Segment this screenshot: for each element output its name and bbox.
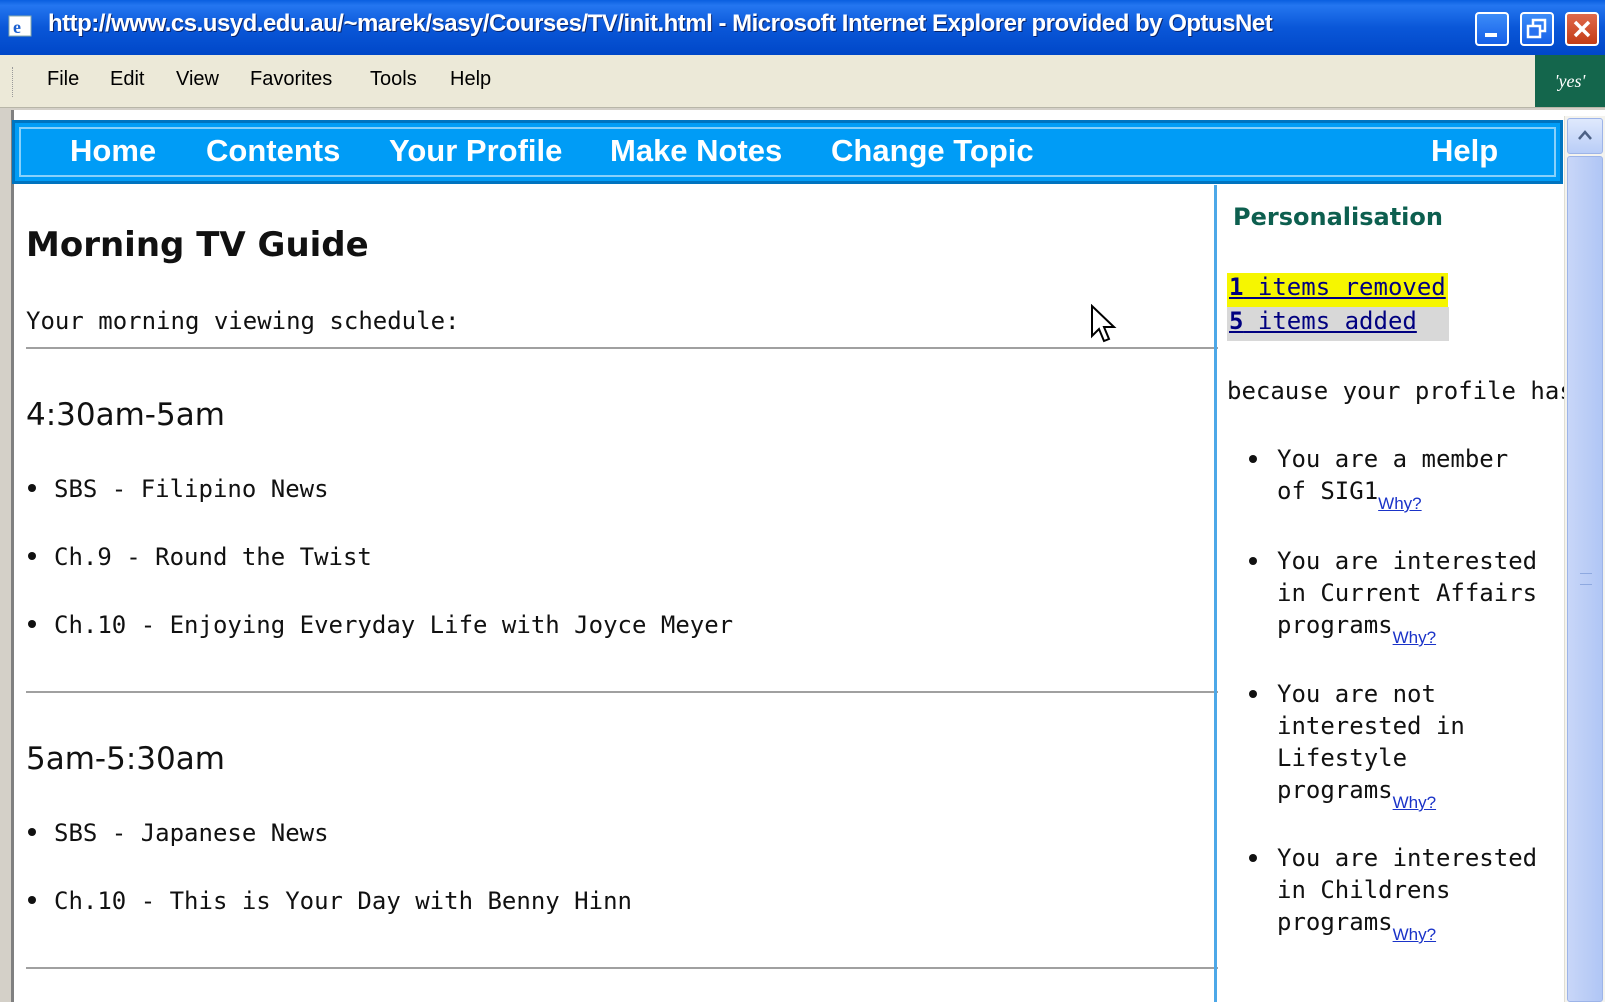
- bullet-icon: [1249, 455, 1257, 463]
- time-slot-heading: 4:30am-5am: [26, 397, 225, 433]
- bullet-icon: [28, 484, 36, 492]
- why-link[interactable]: Why?: [1393, 628, 1436, 647]
- nav-home[interactable]: Home: [70, 133, 156, 169]
- menu-edit[interactable]: Edit: [110, 68, 144, 91]
- program-item: Ch.9 - Round the Twist: [28, 543, 372, 571]
- menu-view[interactable]: View: [176, 68, 219, 91]
- nav-make-notes[interactable]: Make Notes: [610, 133, 782, 169]
- bullet-icon: [1249, 690, 1257, 698]
- added-label: items added: [1243, 307, 1417, 335]
- main-content: Morning TV Guide Your morning viewing sc…: [14, 185, 1218, 1002]
- profile-reason: You are not interested in Lifestyle prog…: [1249, 678, 1547, 813]
- reason-line: You are not: [1277, 680, 1436, 708]
- items-removed-link[interactable]: 1 items removed: [1227, 273, 1448, 307]
- divider: [26, 967, 1218, 969]
- program-label: Ch.10 - This is Your Day with Benny Hinn: [54, 887, 632, 915]
- window-title-bar[interactable]: e http://www.cs.usyd.edu.au/~marek/sasy/…: [0, 0, 1605, 55]
- scroll-grip-icon: [1580, 573, 1592, 585]
- isp-brand-logo: 'yes': [1535, 55, 1605, 107]
- svg-text:e: e: [13, 17, 21, 37]
- sidebar-title: Personalisation: [1233, 203, 1443, 231]
- why-link[interactable]: Why?: [1393, 793, 1436, 812]
- reason-line: programs: [1277, 776, 1393, 804]
- minimize-button[interactable]: [1475, 12, 1509, 46]
- program-item: SBS - Japanese News: [28, 819, 329, 847]
- internet-explorer-icon: e: [8, 15, 32, 37]
- menu-file[interactable]: File: [47, 68, 79, 91]
- reason-line: interested in: [1277, 712, 1465, 740]
- nav-your-profile[interactable]: Your Profile: [389, 133, 562, 169]
- nav-help[interactable]: Help: [1431, 133, 1498, 169]
- bullet-icon: [28, 828, 36, 836]
- program-item: SBS - Filipino News: [28, 475, 329, 503]
- reason-line: Lifestyle: [1277, 744, 1408, 772]
- menu-help[interactable]: Help: [450, 68, 491, 91]
- items-added-link[interactable]: 5 items added: [1227, 307, 1449, 341]
- site-nav-bar: Home Contents Your Profile Make Notes Ch…: [12, 120, 1563, 184]
- window-title: http://www.cs.usyd.edu.au/~marek/sasy/Co…: [48, 10, 1273, 37]
- divider: [26, 691, 1218, 693]
- menu-tools[interactable]: Tools: [370, 68, 417, 91]
- profile-reason: You are interested in Childrens programs…: [1249, 842, 1547, 945]
- bullet-icon: [1249, 854, 1257, 862]
- program-item: Ch.10 - This is Your Day with Benny Hinn: [28, 887, 632, 915]
- program-label: SBS - Filipino News: [54, 475, 329, 503]
- divider: [26, 347, 1218, 349]
- program-label: SBS - Japanese News: [54, 819, 329, 847]
- restore-icon: [1526, 18, 1547, 39]
- mouse-pointer-icon: [1091, 304, 1117, 343]
- personalisation-sidebar: Personalisation 1 items removed 5 items …: [1214, 185, 1588, 1002]
- profile-reason: You are interested in Current Affairs pr…: [1249, 545, 1547, 648]
- added-count: 5: [1229, 307, 1244, 335]
- restore-button[interactable]: [1520, 12, 1554, 46]
- nav-contents[interactable]: Contents: [206, 133, 340, 169]
- menu-bar: File Edit View Favorites Tools Help 'yes…: [0, 55, 1605, 108]
- program-label: Ch.10 - Enjoying Everyday Life with Joyc…: [54, 611, 734, 639]
- bullet-icon: [28, 620, 36, 628]
- reason-line: programs: [1277, 611, 1393, 639]
- why-link[interactable]: Why?: [1393, 925, 1436, 944]
- time-slot-heading: 5am-5:30am: [26, 741, 225, 777]
- page-title: Morning TV Guide: [26, 225, 369, 265]
- scroll-up-button[interactable]: [1567, 118, 1603, 154]
- toolbar-grip[interactable]: [12, 67, 16, 97]
- scroll-thumb[interactable]: [1567, 156, 1603, 1002]
- reason-line: in Childrens: [1277, 876, 1451, 904]
- removed-count: 1: [1229, 273, 1244, 301]
- intro-text: Your morning viewing schedule:: [26, 307, 460, 335]
- bullet-icon: [28, 896, 36, 904]
- reason-line: You are interested: [1277, 844, 1538, 872]
- close-button[interactable]: [1565, 12, 1599, 46]
- vertical-scrollbar[interactable]: [1564, 116, 1605, 1002]
- reason-line: You are interested: [1277, 547, 1538, 575]
- bullet-icon: [28, 552, 36, 560]
- program-item: Ch.10 - Enjoying Everyday Life with Joyc…: [28, 611, 733, 639]
- profile-reason: You are a member of SIG1Why?: [1249, 443, 1547, 514]
- bullet-icon: [1249, 557, 1257, 565]
- close-icon: [1573, 20, 1591, 38]
- removed-label: items removed: [1243, 273, 1446, 301]
- why-link[interactable]: Why?: [1378, 494, 1421, 513]
- program-label: Ch.9 - Round the Twist: [54, 543, 372, 571]
- reason-line: of SIG1: [1277, 477, 1379, 505]
- because-text: because your profile has:: [1227, 377, 1589, 405]
- reason-line: in Current Affairs: [1277, 579, 1538, 607]
- reason-line: You are a member: [1277, 445, 1509, 473]
- minimize-icon: [1485, 33, 1497, 37]
- chevron-up-icon: [1578, 130, 1592, 140]
- menu-favorites[interactable]: Favorites: [250, 68, 332, 91]
- reason-line: programs: [1277, 908, 1393, 936]
- nav-change-topic[interactable]: Change Topic: [831, 133, 1034, 169]
